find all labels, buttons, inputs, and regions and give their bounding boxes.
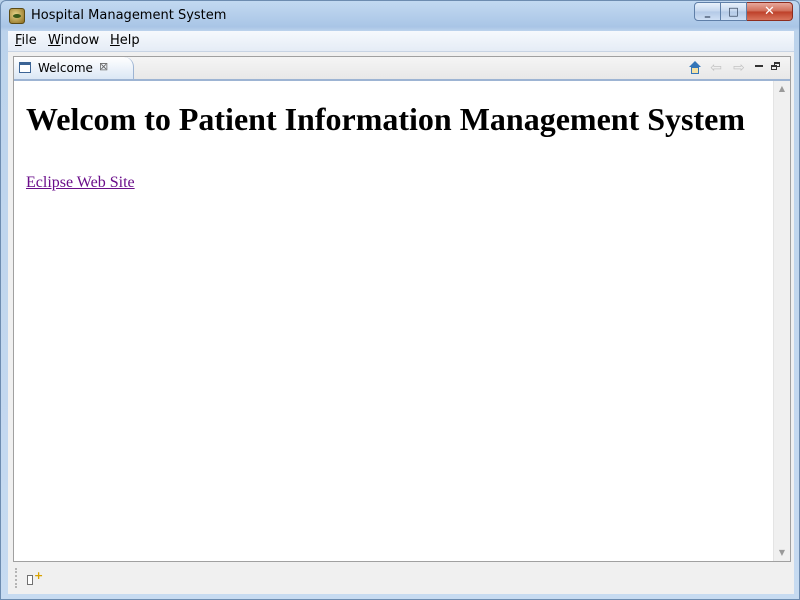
menu-help[interactable]: Help — [110, 33, 140, 48]
tab-welcome[interactable]: Welcome ⊠ — [14, 57, 134, 79]
minimize-button[interactable]: _ — [694, 2, 721, 21]
menu-file[interactable]: File — [15, 33, 37, 48]
tab-welcome-label: Welcome — [38, 61, 93, 75]
minimize-view-icon[interactable] — [753, 61, 765, 75]
view-tab-bar: Welcome ⊠ ⇦ ⇨ — [14, 57, 790, 81]
menu-window-label: indow — [60, 33, 100, 48]
browser-content: Welcom to Patient Information Management… — [14, 81, 773, 561]
close-button[interactable]: ✕ — [747, 2, 793, 21]
tab-close-icon[interactable]: ⊠ — [99, 60, 108, 73]
window-title: Hospital Management System — [31, 8, 227, 23]
welcome-view: Welcome ⊠ ⇦ ⇨ Welcom to Patient Informat… — [13, 56, 791, 562]
menu-bar: File Window Help — [8, 31, 794, 52]
view-toolbar: ⇦ ⇨ — [688, 59, 782, 77]
vertical-scrollbar[interactable]: ▲ ▼ — [773, 81, 790, 561]
back-icon[interactable]: ⇦ — [707, 61, 725, 75]
maximize-button[interactable]: □ — [721, 2, 747, 21]
status-grip[interactable] — [15, 568, 19, 588]
eclipse-rcp-icon[interactable] — [9, 8, 25, 24]
page-heading: Welcom to Patient Information Management… — [26, 101, 745, 137]
workbench: Welcome ⊠ ⇦ ⇨ Welcom to Patient Informat… — [8, 52, 794, 594]
forward-icon[interactable]: ⇨ — [730, 61, 748, 75]
menu-window[interactable]: Window — [48, 33, 99, 48]
scroll-up-icon[interactable]: ▲ — [774, 81, 790, 97]
title-bar[interactable]: Hospital Management System _ □ ✕ — [1, 1, 799, 31]
window-controls: _ □ ✕ — [694, 2, 793, 22]
restore-view-icon[interactable] — [770, 61, 782, 75]
home-icon[interactable] — [688, 61, 702, 75]
menu-window-mnemonic: W — [48, 33, 61, 48]
menu-help-mnemonic: H — [110, 33, 120, 48]
eclipse-web-site-link[interactable]: Eclipse Web Site — [26, 174, 135, 192]
menu-file-label: ile — [21, 33, 37, 48]
menu-help-label: elp — [119, 33, 140, 48]
application-window: Hospital Management System _ □ ✕ File Wi… — [0, 0, 800, 600]
fast-view-icon[interactable] — [26, 569, 43, 588]
scroll-down-icon[interactable]: ▼ — [774, 545, 790, 561]
window-icon — [19, 62, 31, 73]
status-bar — [8, 564, 794, 592]
